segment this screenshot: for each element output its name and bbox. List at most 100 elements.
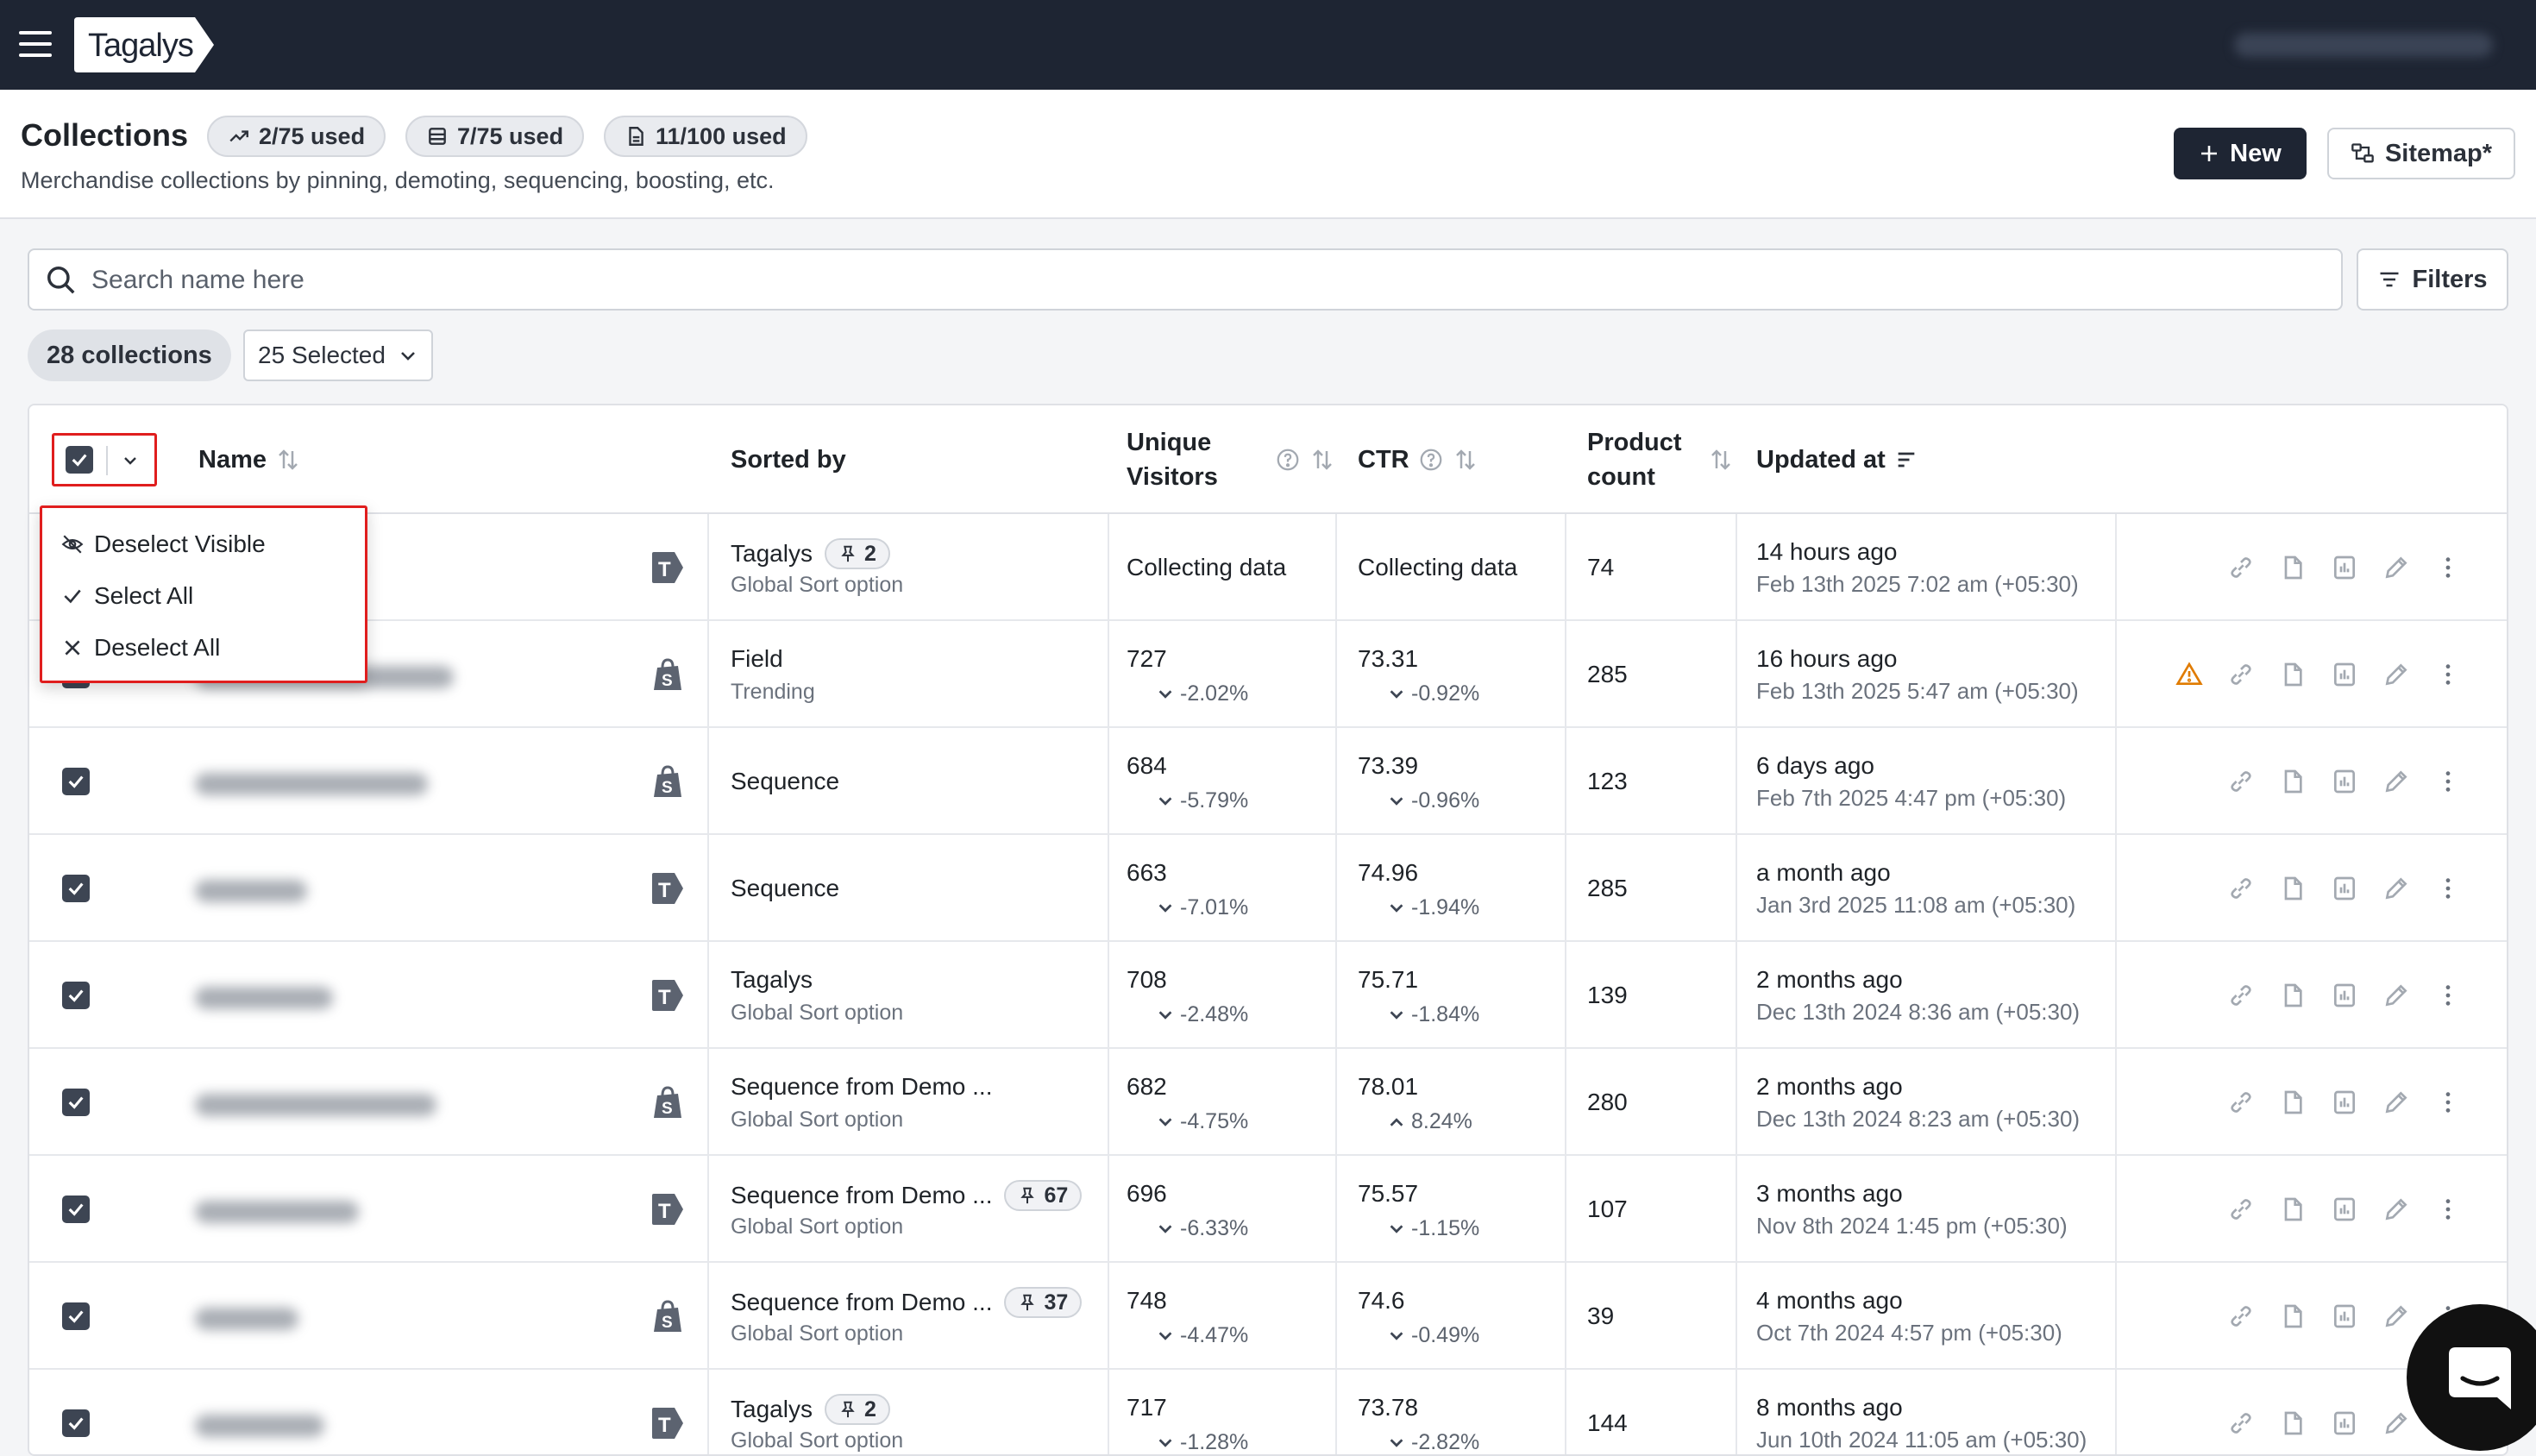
updated-timestamp: Feb 7th 2025 4:47 pm (+05:30) — [1756, 785, 2067, 811]
sorted-by-label: Sequence from Demo ... — [731, 1182, 993, 1208]
analytics-button[interactable] — [2319, 1397, 2370, 1449]
document-button[interactable] — [2267, 542, 2319, 593]
column-header-name[interactable]: Name — [198, 405, 301, 514]
edit-pencil-button[interactable] — [2370, 970, 2422, 1021]
close-icon — [65, 640, 80, 656]
analytics-button[interactable] — [2319, 1076, 2370, 1128]
logo[interactable]: Tagalys — [74, 17, 214, 72]
select-all-control[interactable] — [52, 433, 157, 486]
link-button[interactable] — [2215, 970, 2267, 1021]
table-row[interactable]: T Tagalys Global Sort option 708 -2.48% … — [29, 942, 2507, 1049]
link-button[interactable] — [2215, 1076, 2267, 1128]
collection-name[interactable] — [195, 880, 307, 902]
collection-name[interactable] — [195, 1201, 359, 1223]
column-header-unique-visitors[interactable]: Unique Visitors — [1127, 405, 1335, 514]
deselect-visible-option[interactable]: Deselect Visible — [42, 518, 365, 570]
select-all-checkbox[interactable] — [66, 446, 93, 474]
link-button[interactable] — [2215, 1183, 2267, 1235]
table-row[interactable]: S Sequence from Demo ... 37 Global Sort … — [29, 1263, 2507, 1370]
link-button[interactable] — [2215, 756, 2267, 807]
column-header-updated-at[interactable]: Updated at — [1756, 405, 1918, 514]
document-button[interactable] — [2267, 1183, 2319, 1235]
more-options-button[interactable] — [2422, 1076, 2474, 1128]
selected-count-dropdown[interactable]: 25 Selected — [243, 329, 433, 381]
analytics-button[interactable] — [2319, 863, 2370, 914]
link-button[interactable] — [2215, 542, 2267, 593]
deselect-all-option[interactable]: Deselect All — [42, 622, 365, 674]
collection-name[interactable] — [195, 1094, 436, 1116]
sort-icon[interactable] — [1309, 447, 1335, 473]
select-all-option[interactable]: Select All — [42, 570, 365, 622]
link-button[interactable] — [2215, 863, 2267, 914]
unique-visitors-delta: -2.02% — [1156, 681, 1248, 706]
row-checkbox[interactable] — [62, 1196, 90, 1223]
tagalys-source-icon: T — [652, 873, 683, 904]
table-row[interactable]: T Tagalys 2 Global Sort option 717 -1.28… — [29, 1370, 2507, 1454]
table-row[interactable]: S Field Trending 727 -2.02% 73.31 -0.92%… — [29, 621, 2507, 728]
more-options-button[interactable] — [2422, 649, 2474, 700]
document-button[interactable] — [2267, 756, 2319, 807]
document-button[interactable] — [2267, 649, 2319, 700]
help-icon[interactable] — [1275, 447, 1301, 473]
edit-pencil-button[interactable] — [2370, 542, 2422, 593]
menu-icon[interactable] — [19, 31, 52, 57]
more-options-button[interactable] — [2422, 1183, 2474, 1235]
edit-pencil-button[interactable] — [2370, 649, 2422, 700]
new-collection-button[interactable]: New — [2174, 128, 2307, 179]
column-header-ctr[interactable]: CTR — [1358, 405, 1478, 514]
user-account-menu[interactable] — [2234, 33, 2493, 57]
link-button[interactable] — [2215, 1290, 2267, 1342]
sort-icon[interactable] — [1708, 447, 1734, 473]
edit-pencil-button[interactable] — [2370, 863, 2422, 914]
chevron-down-icon[interactable] — [120, 450, 141, 471]
more-options-button[interactable] — [2422, 542, 2474, 593]
collection-name[interactable] — [195, 987, 333, 1009]
document-button[interactable] — [2267, 1290, 2319, 1342]
edit-pencil-button[interactable] — [2370, 1290, 2422, 1342]
more-options-button[interactable] — [2422, 756, 2474, 807]
document-button[interactable] — [2267, 970, 2319, 1021]
search-box[interactable] — [28, 248, 2343, 311]
top-bar: Tagalys — [0, 0, 2536, 90]
sort-descending-icon[interactable] — [1894, 448, 1918, 472]
help-icon[interactable] — [1418, 447, 1444, 473]
collection-name[interactable] — [195, 773, 428, 795]
filters-button[interactable]: Filters — [2357, 248, 2508, 311]
table-row[interactable]: S Sequence from Demo ... Global Sort opt… — [29, 1049, 2507, 1156]
document-button[interactable] — [2267, 1397, 2319, 1449]
collection-name[interactable] — [195, 1308, 298, 1330]
document-button[interactable] — [2267, 863, 2319, 914]
row-checkbox[interactable] — [62, 1409, 90, 1437]
edit-pencil-button[interactable] — [2370, 1076, 2422, 1128]
sitemap-button[interactable]: Sitemap* — [2327, 128, 2515, 179]
table-row[interactable]: T Sequence from Demo ... 67 Global Sort … — [29, 1156, 2507, 1263]
edit-pencil-button[interactable] — [2370, 1183, 2422, 1235]
document-button[interactable] — [2267, 1076, 2319, 1128]
row-checkbox[interactable] — [62, 768, 90, 795]
row-checkbox[interactable] — [62, 1302, 90, 1330]
sort-icon[interactable] — [1453, 447, 1478, 473]
row-checkbox[interactable] — [62, 982, 90, 1009]
collection-name[interactable] — [195, 1415, 324, 1437]
table-row[interactable]: T Tagalys 2 Global Sort option Collectin… — [29, 514, 2507, 621]
analytics-button[interactable] — [2319, 649, 2370, 700]
more-options-button[interactable] — [2422, 970, 2474, 1021]
analytics-button[interactable] — [2319, 542, 2370, 593]
link-button[interactable] — [2215, 1397, 2267, 1449]
analytics-button[interactable] — [2319, 756, 2370, 807]
analytics-button[interactable] — [2319, 970, 2370, 1021]
edit-pencil-button[interactable] — [2370, 756, 2422, 807]
more-options-button[interactable] — [2422, 863, 2474, 914]
warning-button[interactable] — [2163, 649, 2215, 700]
updated-timestamp: Feb 13th 2025 5:47 am (+05:30) — [1756, 678, 2079, 704]
analytics-button[interactable] — [2319, 1290, 2370, 1342]
table-row[interactable]: S Sequence 684 -5.79% 73.39 -0.96% 123 6… — [29, 728, 2507, 835]
link-button[interactable] — [2215, 649, 2267, 700]
column-header-product-count[interactable]: Product count — [1587, 405, 1734, 514]
row-checkbox[interactable] — [62, 1089, 90, 1116]
sort-icon[interactable] — [275, 447, 301, 473]
analytics-button[interactable] — [2319, 1183, 2370, 1235]
row-checkbox[interactable] — [62, 875, 90, 902]
search-input[interactable] — [90, 259, 2315, 302]
table-row[interactable]: T Sequence 663 -7.01% 74.96 -1.94% 285 a… — [29, 835, 2507, 942]
